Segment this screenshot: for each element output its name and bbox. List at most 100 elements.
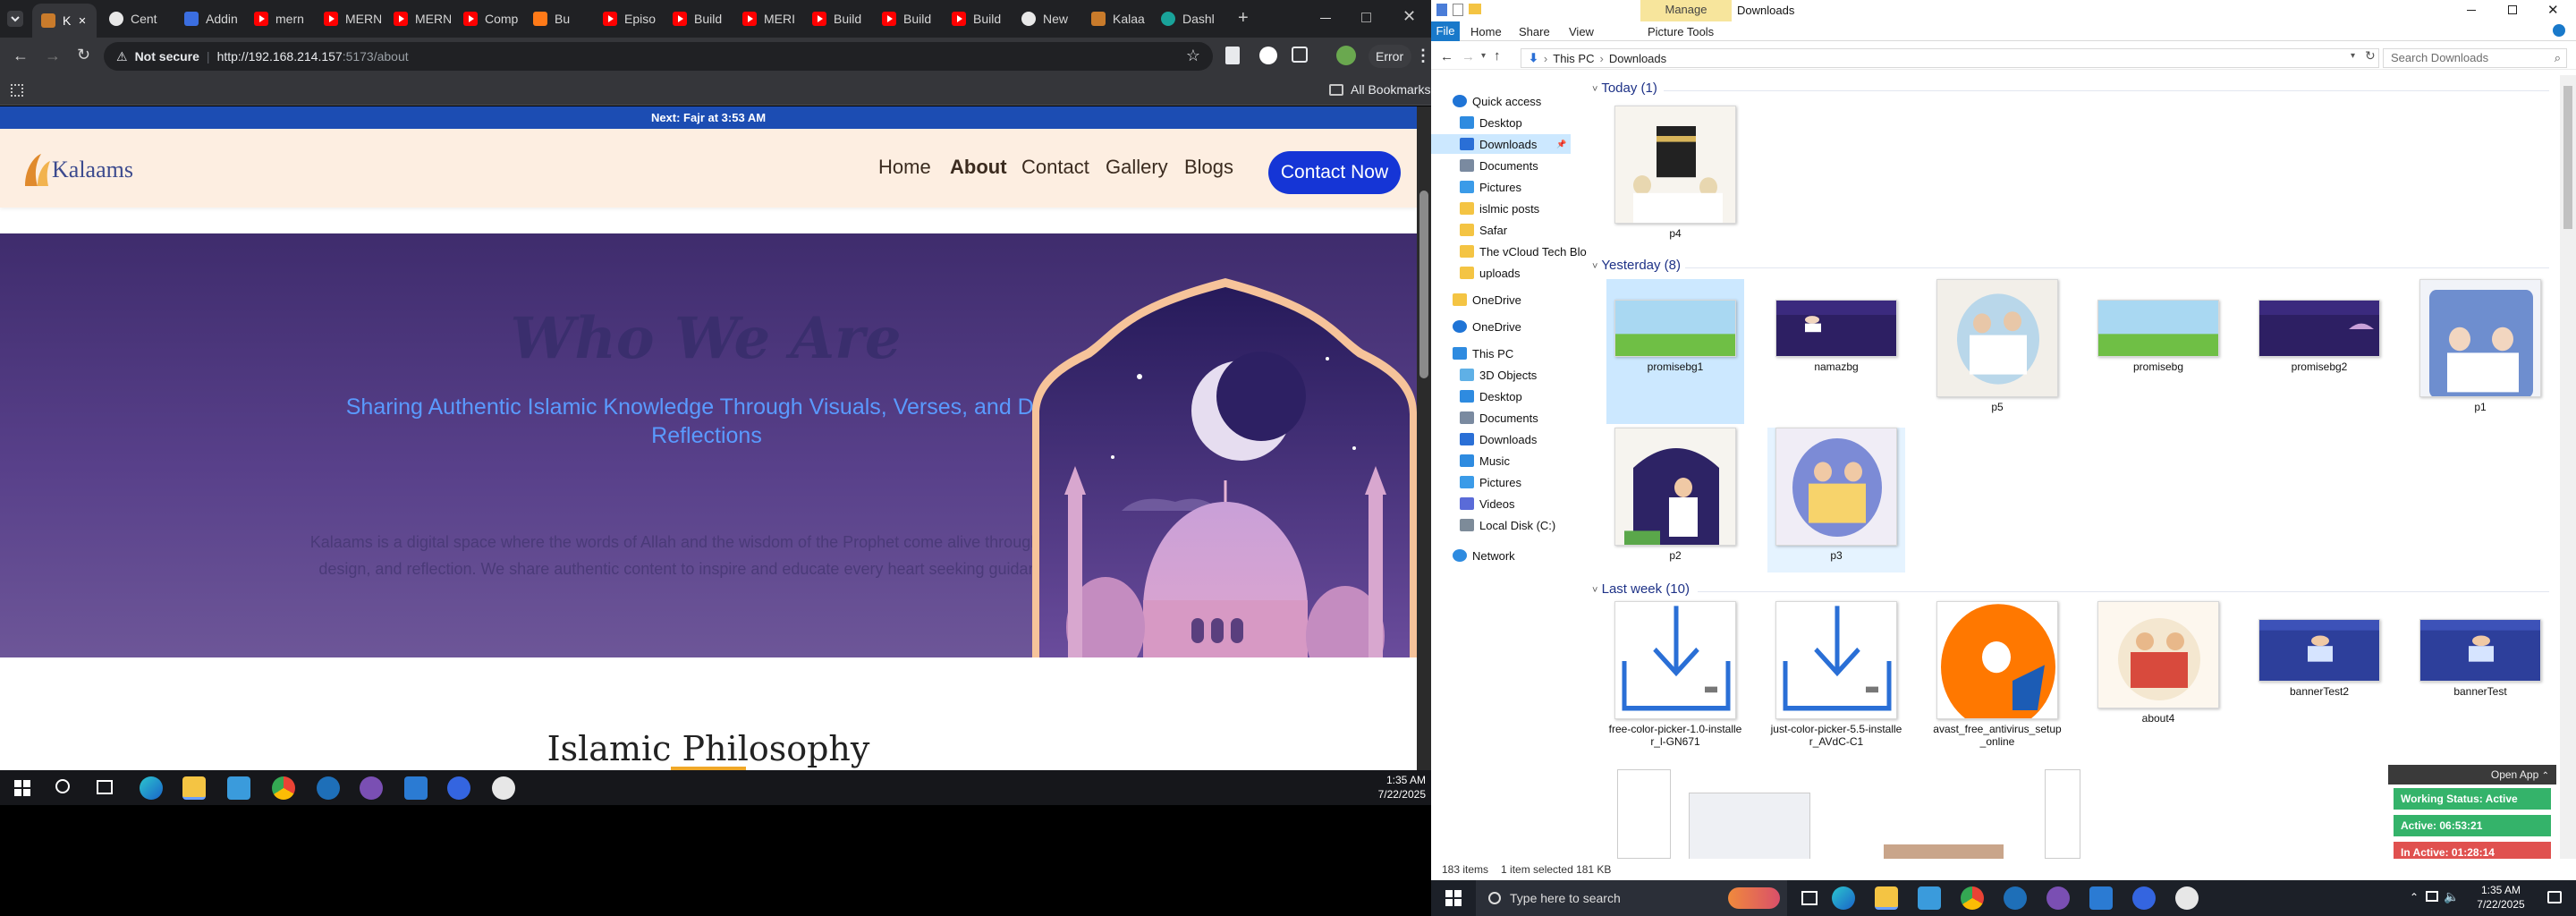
crumb-downloads[interactable]: Downloads <box>1609 52 1666 65</box>
extension-cat-icon[interactable] <box>1259 47 1277 64</box>
task-view-icon[interactable] <box>97 780 113 794</box>
nav-pane-item[interactable]: islmic posts <box>1431 199 1539 218</box>
new-tab-button[interactable]: + <box>1238 9 1249 27</box>
file-item[interactable]: promisebg2 <box>2250 279 2388 424</box>
reload-icon[interactable]: ↻ <box>77 46 90 64</box>
open-app-button[interactable]: Open App ⌃ <box>2388 765 2556 785</box>
taskbar-search-icon[interactable] <box>55 779 70 793</box>
network-icon[interactable] <box>2426 891 2438 902</box>
explorer-close-icon[interactable]: ✕ <box>2547 2 2559 18</box>
browser-tab[interactable]: mern <box>245 5 311 32</box>
nav-pane-item[interactable]: Network <box>1431 546 1515 565</box>
nav-pane-item[interactable]: Local Disk (C:) <box>1431 515 1555 535</box>
browser-tab[interactable]: Dashl <box>1152 5 1218 32</box>
nav-pane-item[interactable]: Safar <box>1431 220 1507 240</box>
help-icon[interactable] <box>2553 24 2565 37</box>
chrome-icon[interactable] <box>272 776 295 800</box>
nav-pane-item[interactable]: OneDrive <box>1431 290 1521 310</box>
explorer-search-box[interactable]: Search Downloads ⌕ <box>2383 48 2567 68</box>
group-last-week[interactable]: ˅ Last week (10) <box>1592 581 1690 597</box>
all-bookmarks-link[interactable]: All Bookmarks <box>1329 82 1430 97</box>
start-icon[interactable] <box>1445 890 1462 906</box>
page-scrollbar[interactable] <box>1417 106 1431 770</box>
nav-contact[interactable]: Contact <box>1021 156 1089 179</box>
page-scroll-thumb[interactable] <box>1419 191 1428 378</box>
extensions-puzzle-icon[interactable] <box>1292 47 1308 63</box>
browser-tab[interactable]: Comp <box>454 5 521 32</box>
omnibox[interactable]: ⚠ Not secure | http://192.168.214.157:51… <box>104 42 1213 71</box>
zoom-icon[interactable] <box>447 776 470 800</box>
browser-tab[interactable]: Build <box>664 5 730 32</box>
zoom-icon[interactable] <box>2132 886 2156 910</box>
file-item[interactable]: just-color-picker-5.5-installer_AVdC-C1 <box>1767 601 1905 759</box>
browser-tab[interactable]: Build <box>943 5 1009 32</box>
ribbon-home-tab[interactable]: Home <box>1470 25 1502 38</box>
nav-pane-item[interactable]: Documents📌 <box>1431 156 1538 175</box>
explorer-scroll-thumb[interactable] <box>2563 86 2572 229</box>
github-icon[interactable] <box>2046 886 2070 910</box>
screenshot-thumbnail[interactable] <box>1689 793 1810 864</box>
browser-tab[interactable]: Bu <box>524 5 590 32</box>
file-item[interactable]: namazbg <box>1767 279 1905 424</box>
apps-grid-icon[interactable] <box>11 84 23 97</box>
store-icon[interactable] <box>227 776 250 800</box>
browser-tab[interactable]: MERI <box>733 5 800 32</box>
site-logo[interactable]: Kalaams <box>18 150 133 190</box>
nav-gallery[interactable]: Gallery <box>1106 156 1168 179</box>
profile-error-chip[interactable]: Error <box>1368 45 1411 68</box>
browser-tab[interactable]: Cent <box>100 5 166 32</box>
ribbon-file-tab[interactable]: File <box>1431 21 1460 41</box>
ribbon-picture-tools-tab[interactable]: Picture Tools <box>1648 25 1714 38</box>
file-item[interactable]: p4 <box>1606 106 1744 249</box>
group-today[interactable]: ˅ Today (1) <box>1592 81 1657 96</box>
nav-pane-item[interactable]: Desktop <box>1431 386 1522 406</box>
extension-note-icon[interactable] <box>1225 47 1240 64</box>
explorer-minimize-icon[interactable] <box>2467 10 2476 11</box>
properties-icon[interactable] <box>1453 4 1463 16</box>
file-item[interactable]: p2 <box>1606 428 1744 572</box>
ribbon-view-tab[interactable]: View <box>1569 25 1594 38</box>
nav-pane-item[interactable]: Pictures <box>1431 472 1521 492</box>
paint-icon[interactable] <box>2175 886 2199 910</box>
vscode-icon[interactable] <box>2089 886 2113 910</box>
taskbar-clock[interactable]: 1:35 AM 7/22/2025 <box>2469 883 2533 912</box>
taskbar-search-box[interactable]: Type here to search <box>1476 880 1787 916</box>
store-icon[interactable] <box>1918 886 1941 910</box>
kebab-menu-icon[interactable]: ⋮ <box>1415 47 1431 65</box>
maximize-icon[interactable] <box>1361 13 1371 22</box>
browser-tab[interactable]: Build <box>873 5 939 32</box>
refresh-icon[interactable]: ↻ <box>2365 48 2376 64</box>
nav-pane-item[interactable]: uploads <box>1431 263 1521 283</box>
file-item[interactable]: free-color-picker-1.0-installer_l-GN671 <box>1606 601 1744 759</box>
nav-forward-icon[interactable]: → <box>1462 49 1475 64</box>
group-yesterday[interactable]: ˅ Yesterday (8) <box>1592 258 1681 273</box>
recent-locations-icon[interactable]: ▾ <box>1481 51 1486 61</box>
back-icon[interactable]: ← <box>13 47 29 65</box>
quick-access-toolbar[interactable] <box>1436 4 1481 16</box>
nav-about[interactable]: About <box>950 156 1007 179</box>
chrome-icon[interactable] <box>1961 886 1984 910</box>
browser-tab[interactable]: MERN <box>385 5 451 32</box>
file-item[interactable]: p3 <box>1767 428 1905 572</box>
browser-tab[interactable]: Episo <box>594 5 660 32</box>
file-item[interactable]: p5 <box>1928 279 2066 424</box>
bookmark-star-icon[interactable]: ☆ <box>1186 47 1200 65</box>
nav-pane-item[interactable]: The vCloud Tech Blo <box>1431 242 1587 261</box>
vscode-icon[interactable] <box>404 776 428 800</box>
file-item[interactable]: bannerTest <box>2411 601 2549 759</box>
nav-home[interactable]: Home <box>878 156 931 179</box>
browser-tab[interactable]: New <box>1013 5 1079 32</box>
nav-pane-item[interactable]: Quick access <box>1431 91 1541 111</box>
url-text[interactable]: http://192.168.214.157:5173/about <box>217 49 409 64</box>
nav-back-icon[interactable]: ← <box>1440 49 1453 64</box>
nav-blogs[interactable]: Blogs <box>1184 156 1233 179</box>
github-icon[interactable] <box>360 776 383 800</box>
start-icon[interactable] <box>14 780 30 796</box>
forward-icon[interactable]: → <box>45 47 61 65</box>
file-item[interactable]: avast_free_antivirus_setup_online <box>1928 601 2066 759</box>
profile-avatar[interactable] <box>1336 46 1356 65</box>
volume-icon[interactable]: 🔈 <box>2444 889 2459 904</box>
nav-pane-item[interactable]: 3D Objects <box>1431 365 1537 385</box>
tab-close-icon[interactable]: ✕ <box>78 15 86 27</box>
taskbar-clock[interactable]: 1:35 AM 7/22/2025 <box>1367 773 1426 802</box>
